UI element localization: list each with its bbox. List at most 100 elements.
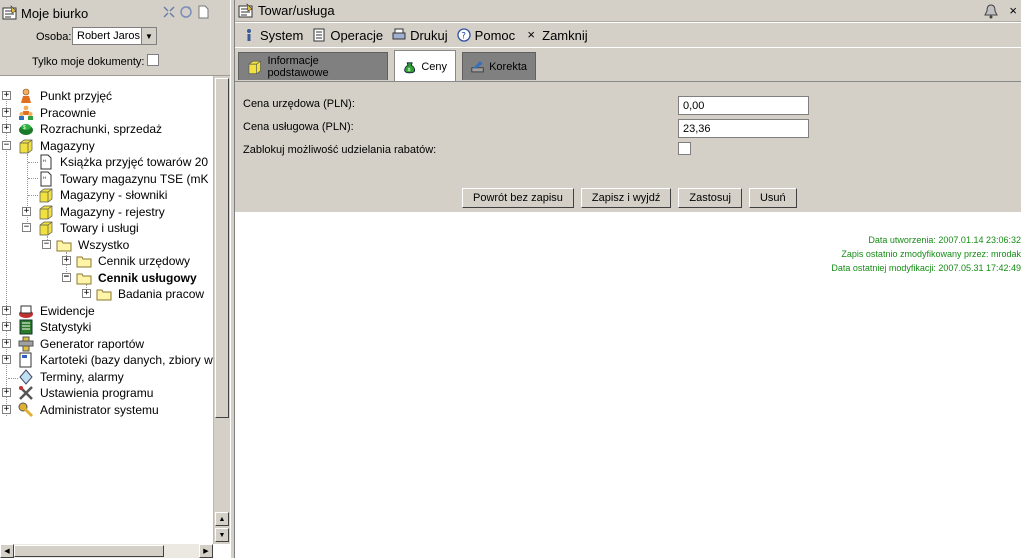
osoba-select[interactable]: Robert Jaros ▼: [72, 27, 157, 45]
tree-label: Książka przyjęć towarów 20: [60, 155, 209, 169]
scroll-down-icon[interactable]: ▼: [215, 528, 229, 542]
tree-horizontal-scrollbar[interactable]: ◀ ▶: [0, 544, 213, 558]
new-document-icon[interactable]: [196, 5, 210, 19]
scroll-thumb[interactable]: [215, 78, 229, 418]
warehouse-icon: [248, 60, 261, 74]
close-icon: ×: [527, 27, 535, 42]
expand-icon[interactable]: +: [2, 91, 11, 100]
expand-icon[interactable]: +: [2, 306, 11, 315]
tree-item-statystyki[interactable]: + Statystyki: [0, 319, 91, 335]
tree-vertical-scrollbar[interactable]: ▲ ▼: [213, 76, 230, 544]
delete-button[interactable]: Usuń: [748, 188, 797, 208]
menu-pomoc[interactable]: ? Pomoc: [457, 28, 515, 43]
tree-item-cennik-uslugowy[interactable]: − Cennik usługowy: [58, 270, 197, 286]
statistics-icon: [19, 319, 33, 335]
refresh-icon[interactable]: [179, 5, 193, 19]
collapse-icon[interactable]: −: [22, 223, 31, 232]
expand-icon[interactable]: +: [2, 388, 11, 397]
cena-urzedowa-input[interactable]: 0,00: [678, 96, 809, 115]
collapse-icon[interactable]: [162, 5, 176, 19]
menu-operacje[interactable]: Operacje: [312, 28, 383, 43]
apply-button[interactable]: Zastosuj: [678, 188, 742, 208]
svg-text:$: $: [408, 67, 411, 73]
tab-ceny[interactable]: $ Ceny: [394, 50, 456, 82]
expand-icon[interactable]: +: [2, 405, 11, 414]
tree-label: Kartoteki (bazy danych, zbiory w: [40, 353, 213, 367]
expand-icon[interactable]: +: [2, 355, 11, 364]
tree-item-ewidencje[interactable]: + Ewidencje: [0, 303, 95, 319]
warehouse-icon: [39, 205, 53, 220]
person-icon: [21, 88, 31, 103]
tree-label: Magazyny - rejestry: [60, 205, 165, 219]
chevron-down-icon[interactable]: ▼: [141, 28, 156, 44]
tree-item-cennik-urzedowy[interactable]: + Cennik urzędowy: [58, 253, 190, 269]
expand-icon[interactable]: +: [82, 289, 91, 298]
money-bag-icon: $: [404, 61, 416, 73]
menu-label: Zamknij: [542, 27, 588, 43]
menu-system[interactable]: System: [242, 28, 303, 43]
tylko-label: Tylko moje dokumenty:: [32, 56, 145, 68]
close-icon[interactable]: ×: [1009, 3, 1017, 18]
cena-uslugowa-input[interactable]: 23,36: [678, 119, 809, 138]
tree-label: Generator raportów: [40, 337, 145, 351]
tree-item-kartoteki[interactable]: + Kartoteki (bazy danych, zbiory w: [0, 352, 213, 368]
tree-label: Rozrachunki, sprzedaż: [40, 122, 163, 136]
tab-label: Korekta: [489, 60, 527, 73]
tree-label: Ewidencje: [40, 304, 95, 318]
navigation-tree: + Punkt przyjęć + Pracownie + $ Rozrachu…: [0, 84, 213, 544]
tree-label: Terminy, alarmy: [40, 370, 124, 384]
osoba-value: Robert Jaros: [77, 30, 140, 42]
tree-item-pracownie[interactable]: + Pracownie: [0, 105, 96, 121]
expand-icon[interactable]: +: [2, 124, 11, 133]
tree-item-ustawienia[interactable]: + Ustawienia programu: [0, 385, 153, 401]
back-without-save-button[interactable]: Powrót bez zapisu: [462, 188, 574, 208]
scroll-left-icon[interactable]: ◀: [0, 544, 14, 558]
tab-korekta[interactable]: Korekta: [462, 52, 536, 80]
scroll-right-icon[interactable]: ▶: [199, 544, 213, 558]
scroll-up-icon[interactable]: ▲: [215, 512, 229, 526]
tools-icon: [19, 386, 33, 400]
tree-item-badania[interactable]: + Badania pracow: [78, 286, 204, 302]
tree-guide: [28, 162, 38, 163]
tree-item-punkt[interactable]: + Punkt przyjęć: [0, 88, 112, 104]
expand-icon[interactable]: +: [22, 207, 31, 216]
scroll-thumb[interactable]: [14, 545, 164, 557]
bell-icon[interactable]: [983, 3, 999, 19]
expand-icon[interactable]: +: [2, 108, 11, 117]
tree-item-mag-slowniki[interactable]: Magazyny - słowniki: [38, 187, 167, 203]
tree-item-wszystko[interactable]: − Wszystko: [38, 237, 129, 253]
tree-item-administrator[interactable]: + Administrator systemu: [0, 402, 159, 418]
modified-date: Data ostatniej modyfikacji: 2007.05.31 1…: [831, 263, 1021, 273]
tab-strip: Informacje podstawowe $ Ceny Korekta: [235, 48, 1021, 82]
desk-icon: [2, 5, 17, 20]
zablokuj-checkbox[interactable]: [678, 142, 691, 155]
save-and-exit-button[interactable]: Zapisz i wyjdź: [580, 188, 672, 208]
svg-text:H: H: [43, 158, 46, 163]
expand-icon[interactable]: +: [62, 256, 71, 265]
tab-informacje[interactable]: Informacje podstawowe: [238, 52, 388, 80]
tree-item-magazyny[interactable]: − Magazyny: [0, 138, 95, 154]
desk-title: Moje biurko: [21, 5, 89, 21]
tree-item-terminy[interactable]: Terminy, alarmy: [0, 369, 124, 385]
tree-label: Magazyny: [40, 139, 95, 153]
expand-icon[interactable]: +: [2, 339, 11, 348]
right-panel: Towar/usługa × System Operacje Drukuj ? …: [235, 0, 1021, 558]
menu-zamknij[interactable]: × Zamknij: [524, 27, 588, 43]
tree-item-towary-tse[interactable]: H Towary magazynu TSE (mK: [38, 171, 209, 187]
tree-item-rozrachunki[interactable]: + $ Rozrachunki, sprzedaż: [0, 121, 162, 137]
tree-item-ksiazka[interactable]: H Książka przyjęć towarów 20: [38, 154, 208, 170]
window-titlebar: Towar/usługa ×: [235, 0, 1021, 22]
tree-item-mag-rejestry[interactable]: + Magazyny - rejestry: [18, 204, 165, 220]
collapse-icon[interactable]: −: [42, 240, 51, 249]
tree-item-towary-uslugi[interactable]: − Towary i usługi: [18, 220, 139, 236]
collapse-icon[interactable]: −: [2, 141, 11, 150]
tree-item-generator[interactable]: + Generator raportów: [0, 336, 144, 352]
warehouse-icon: [39, 221, 53, 236]
tree-label: Badania pracow: [118, 287, 205, 301]
expand-icon[interactable]: +: [2, 322, 11, 331]
tree-label: Towary magazynu TSE (mK: [60, 172, 209, 186]
menu-drukuj[interactable]: Drukuj: [392, 28, 448, 43]
tylko-checkbox[interactable]: [147, 54, 159, 66]
document-icon: H: [40, 171, 52, 187]
collapse-icon[interactable]: −: [62, 273, 71, 282]
